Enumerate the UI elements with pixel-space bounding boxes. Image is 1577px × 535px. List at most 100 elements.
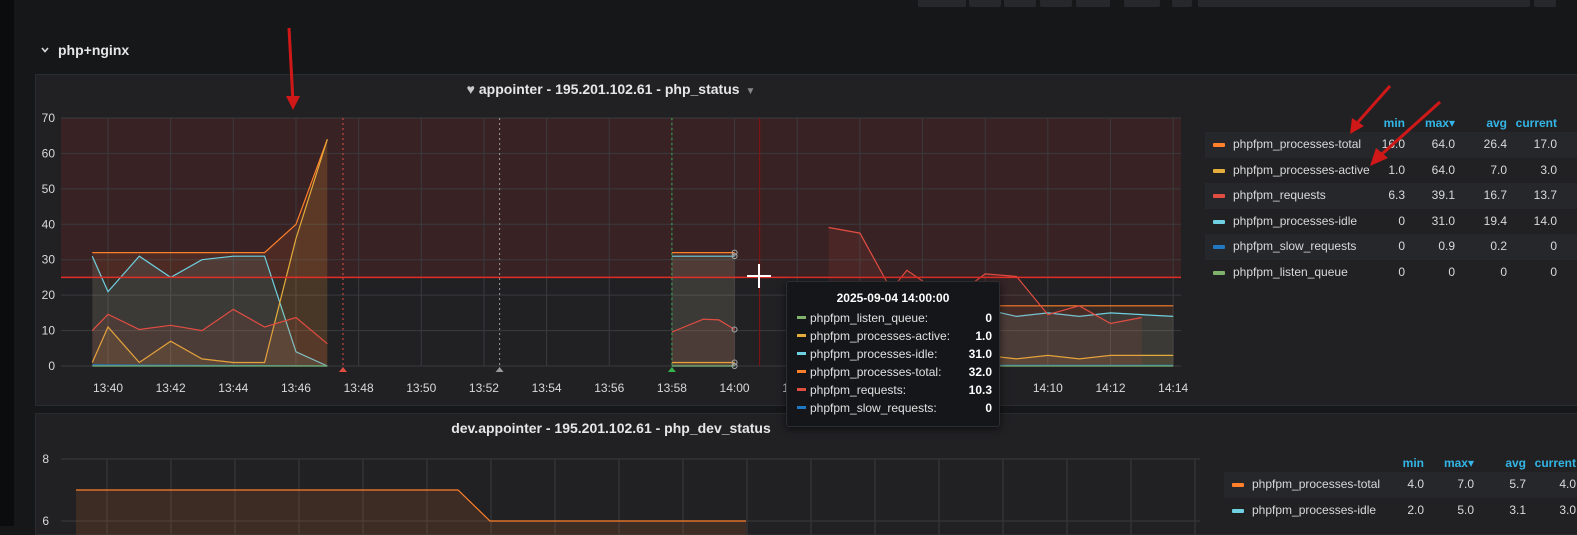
y-tick-label: 20 xyxy=(42,288,56,302)
tooltip-row: phpfpm_requests: 10.3 xyxy=(797,381,992,399)
tooltip-series-value: 0 xyxy=(985,311,992,325)
legend-color-swatch[interactable] xyxy=(1213,219,1225,224)
tooltip-color-swatch xyxy=(797,370,806,373)
legend-color-swatch[interactable] xyxy=(1213,168,1225,173)
annotation-marker-icon[interactable] xyxy=(338,367,347,372)
annotation-marker-icon[interactable] xyxy=(667,367,676,372)
legend-value-current: 3.0 xyxy=(1540,162,1557,177)
legend-value-max: 5.0 xyxy=(1457,502,1474,517)
y-tick-label: 60 xyxy=(42,146,56,160)
tooltip-row: phpfpm_processes-active: 1.0 xyxy=(797,327,992,345)
legend-color-swatch[interactable] xyxy=(1213,270,1225,275)
chart-php-status[interactable]: 0 10 20 30 40 50 60 70 13:40 13:42 13:44 13:46 13:48… xyxy=(0,100,1190,400)
legend-value-avg: 19.4 xyxy=(1483,213,1507,228)
caret-down-icon[interactable]: ▼ xyxy=(746,86,756,97)
tooltip-series-value: 32.0 xyxy=(968,365,992,379)
tooltip-series-value: 10.3 xyxy=(968,383,992,397)
annotation-marker-icon[interactable] xyxy=(495,367,504,372)
legend-color-swatch[interactable] xyxy=(1232,483,1244,487)
legend-item[interactable]: phpfpm_processes-idle 2.0 5.0 3.1 3.0 xyxy=(1224,498,1577,524)
chevron-down-icon[interactable] xyxy=(40,45,50,55)
y-tick-label: 70 xyxy=(42,111,56,125)
toolbar-button[interactable] xyxy=(918,0,966,7)
x-tick-label: 13:58 xyxy=(657,381,687,395)
legend-value-avg: 26.4 xyxy=(1483,137,1507,151)
legend-col-avg[interactable]: avg xyxy=(1457,116,1507,130)
tooltip-series-value: 0 xyxy=(985,401,992,415)
row-title: php+nginx xyxy=(58,42,130,58)
legend-col-max[interactable]: max▾ xyxy=(1424,456,1474,470)
toolbar-button[interactable] xyxy=(1172,0,1192,7)
legend-series-name[interactable]: phpfpm_requests xyxy=(1233,183,1326,209)
toolbar-button[interactable] xyxy=(1124,0,1160,7)
legend-series-name[interactable]: phpfpm_slow_requests xyxy=(1233,234,1356,260)
legend-item[interactable]: phpfpm_processes-total 4.0 7.0 5.7 4.0 xyxy=(1224,472,1577,498)
legend-value-max: 31.0 xyxy=(1431,213,1455,228)
tooltip-row: phpfpm_processes-idle: 31.0 xyxy=(797,345,992,363)
panel-title[interactable]: ♥ appointer - 195.201.102.61 - php_status… xyxy=(36,81,1186,97)
legend-series-name[interactable]: phpfpm_processes-active xyxy=(1233,158,1370,184)
top-toolbar xyxy=(14,0,1577,8)
legend-item[interactable]: phpfpm_processes-idle 0 31.0 19.4 14.0 xyxy=(1205,209,1577,235)
legend-value-current: 17.0 xyxy=(1533,137,1557,151)
toolbar-button[interactable] xyxy=(1534,0,1556,7)
legend-col-current[interactable]: current xyxy=(1526,456,1576,470)
toolbar-button[interactable] xyxy=(1076,0,1110,7)
series-area xyxy=(76,490,746,535)
legend-value-max: 0.9 xyxy=(1438,239,1455,254)
x-tick-label: 14:10 xyxy=(1033,381,1063,395)
legend-col-avg[interactable]: avg xyxy=(1476,456,1526,470)
tooltip-row: phpfpm_processes-total: 32.0 xyxy=(797,363,992,381)
legend-color-swatch[interactable] xyxy=(1213,194,1225,199)
toolbar-button[interactable] xyxy=(969,0,1001,7)
toolbar-button[interactable] xyxy=(1040,0,1072,7)
legend-col-min[interactable]: min xyxy=(1374,456,1424,470)
legend-value-max: 7.0 xyxy=(1457,477,1474,491)
legend-value-avg: 5.7 xyxy=(1509,477,1526,491)
legend-value-min: 2.0 xyxy=(1407,502,1424,517)
row-header[interactable]: php+nginx xyxy=(40,40,129,60)
crosshair-cursor-icon xyxy=(747,264,771,288)
legend-value-avg: 7.0 xyxy=(1490,162,1507,177)
legend-value-current: 0 xyxy=(1550,239,1557,254)
x-tick-label: 13:48 xyxy=(344,381,374,395)
tooltip-series-value: 31.0 xyxy=(968,347,992,361)
legend-series-name[interactable]: phpfpm_processes-total xyxy=(1252,472,1380,498)
legend-color-swatch[interactable] xyxy=(1213,245,1225,250)
tooltip-series-name: phpfpm_processes-total: xyxy=(810,365,942,379)
legend-php-dev-status: min max▾ avg current phpfpm_processes-to… xyxy=(1224,456,1577,523)
annotation-arrow-icon xyxy=(1370,100,1442,166)
tooltip-time: 2025-09-04 14:00:00 xyxy=(836,291,950,305)
x-tick-label: 13:46 xyxy=(281,381,311,395)
legend-value-min: 0 xyxy=(1398,239,1405,254)
legend-color-swatch[interactable] xyxy=(1213,143,1225,147)
legend-series-name[interactable]: phpfpm_listen_queue xyxy=(1233,260,1348,286)
panel-title[interactable]: dev.appointer - 195.201.102.61 - php_dev… xyxy=(36,420,1186,436)
y-tick-label: 10 xyxy=(42,324,56,338)
legend-value-min: 6.3 xyxy=(1388,188,1405,203)
legend-series-name[interactable]: phpfpm_processes-idle xyxy=(1252,498,1376,524)
legend-value-avg: 16.7 xyxy=(1483,188,1507,203)
x-tick-label: 13:54 xyxy=(532,381,562,395)
graph-tooltip: 2025-09-04 14:00:00 phpfpm_listen_queue:… xyxy=(786,281,1000,427)
tooltip-color-swatch xyxy=(797,406,806,409)
x-tick-label: 14:12 xyxy=(1095,381,1125,395)
x-tick-label: 14:00 xyxy=(720,381,750,395)
legend-value-max: 39.1 xyxy=(1431,188,1455,203)
heart-icon: ♥ xyxy=(466,81,475,97)
legend-color-swatch[interactable] xyxy=(1232,508,1244,513)
legend-series-name[interactable]: phpfpm_processes-idle xyxy=(1233,209,1357,235)
toolbar-search[interactable] xyxy=(1198,0,1530,7)
legend-item[interactable]: phpfpm_slow_requests 0 0.9 0.2 0 xyxy=(1205,234,1577,260)
legend-item[interactable]: phpfpm_requests 6.3 39.1 16.7 13.7 xyxy=(1205,183,1577,209)
legend-item[interactable]: phpfpm_listen_queue 0 0 0 0 xyxy=(1205,260,1577,286)
tooltip-color-swatch xyxy=(797,316,806,319)
legend-col-current[interactable]: current xyxy=(1507,116,1557,130)
toolbar-button[interactable] xyxy=(1004,0,1036,7)
chart-php-dev-status[interactable]: 68 xyxy=(0,445,1215,535)
tooltip-color-swatch xyxy=(797,352,806,355)
tooltip-series-name: phpfpm_processes-idle: xyxy=(810,347,938,361)
legend-value-avg: 3.1 xyxy=(1509,502,1526,517)
tooltip-row: phpfpm_slow_requests: 0 xyxy=(797,399,992,417)
x-tick-label: 13:50 xyxy=(406,381,436,395)
